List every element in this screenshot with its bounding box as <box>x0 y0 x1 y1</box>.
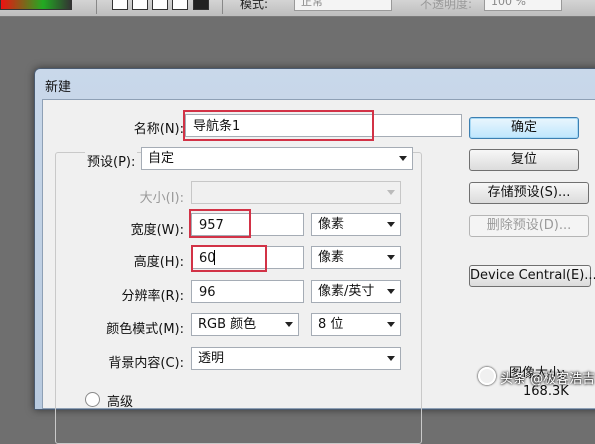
chevron-down-icon <box>399 156 407 161</box>
chevron-down-icon <box>387 289 395 294</box>
color-mode-value: RGB 颜色 <box>198 317 257 332</box>
chevron-down-icon <box>387 255 395 260</box>
watermark-logo-icon <box>478 367 496 385</box>
resolution-label: 分辨率(R): <box>121 289 184 304</box>
chevron-down-icon <box>285 322 293 327</box>
blend-exclude-icon[interactable] <box>193 0 209 10</box>
chevron-down-icon <box>387 222 395 227</box>
save-preset-button[interactable]: 存储预设(S)... <box>469 182 589 204</box>
new-document-dialog: 新建 名称(N): 导航条1 预设(P): 自定 大小(I): 宽度(W): 9… <box>34 68 595 444</box>
height-label: 高度(H): <box>133 255 184 270</box>
dialog-titlebar[interactable]: 新建 <box>35 69 595 99</box>
resolution-input[interactable]: 96 <box>191 280 304 303</box>
dialog-body: 名称(N): 导航条1 预设(P): 自定 大小(I): 宽度(W): 957 … <box>42 99 595 444</box>
background-value: 透明 <box>198 351 225 366</box>
device-central-button[interactable]: Device Central(E)... <box>469 265 595 287</box>
size-select <box>191 181 401 204</box>
opacity-field[interactable]: 100 % <box>484 0 562 11</box>
delete-preset-button: 删除预设(D)... <box>469 215 589 237</box>
height-unit-value: 像素 <box>318 250 345 265</box>
advanced-label: 高级 <box>107 395 134 410</box>
width-highlight <box>189 209 251 238</box>
size-label: 大小(I): <box>139 191 184 206</box>
reset-button[interactable]: 复位 <box>469 149 579 171</box>
advanced-toggle-icon[interactable] <box>85 392 100 407</box>
chevron-down-icon <box>387 190 395 195</box>
ok-button[interactable]: 确定 <box>469 117 579 139</box>
gradient-swatch[interactable] <box>0 0 72 10</box>
width-label: 宽度(W): <box>130 223 184 238</box>
width-unit-value: 像素 <box>318 217 345 232</box>
chevron-down-icon <box>387 322 395 327</box>
color-mode-select[interactable]: RGB 颜色 <box>191 313 299 336</box>
blend-add-icon[interactable] <box>132 0 148 10</box>
name-highlight <box>183 110 374 141</box>
separator <box>96 0 97 14</box>
blend-new-icon[interactable] <box>112 0 128 10</box>
options-bar: 模式: 正常 不透明度: 100 % <box>0 0 595 17</box>
color-mode-label: 颜色模式(M): <box>106 322 184 337</box>
preset-label: 预设(P): <box>85 151 138 170</box>
watermark-text: 头条 @极客浩吉 <box>500 372 595 387</box>
background-label: 背景内容(C): <box>108 356 184 371</box>
opacity-label: 不透明度: <box>420 0 473 11</box>
bit-depth-value: 8 位 <box>318 317 344 332</box>
mode-label: 模式: <box>240 0 269 11</box>
width-unit-select[interactable]: 像素 <box>311 213 401 236</box>
height-highlight <box>191 245 267 272</box>
dialog-title: 新建 <box>45 80 72 95</box>
blend-intersect-icon[interactable] <box>172 0 188 10</box>
preset-value: 自定 <box>148 151 175 166</box>
preset-select[interactable]: 自定 <box>141 147 413 170</box>
height-unit-select[interactable]: 像素 <box>311 246 401 269</box>
separator <box>222 0 223 14</box>
blend-subtract-icon[interactable] <box>152 0 168 10</box>
bit-depth-select[interactable]: 8 位 <box>311 313 401 336</box>
resolution-unit-select[interactable]: 像素/英寸 <box>311 280 401 303</box>
background-select[interactable]: 透明 <box>191 347 401 370</box>
resolution-unit-value: 像素/英寸 <box>318 284 375 299</box>
mode-select[interactable]: 正常 <box>294 0 392 11</box>
name-label: 名称(N): <box>133 122 184 137</box>
chevron-down-icon <box>387 356 395 361</box>
